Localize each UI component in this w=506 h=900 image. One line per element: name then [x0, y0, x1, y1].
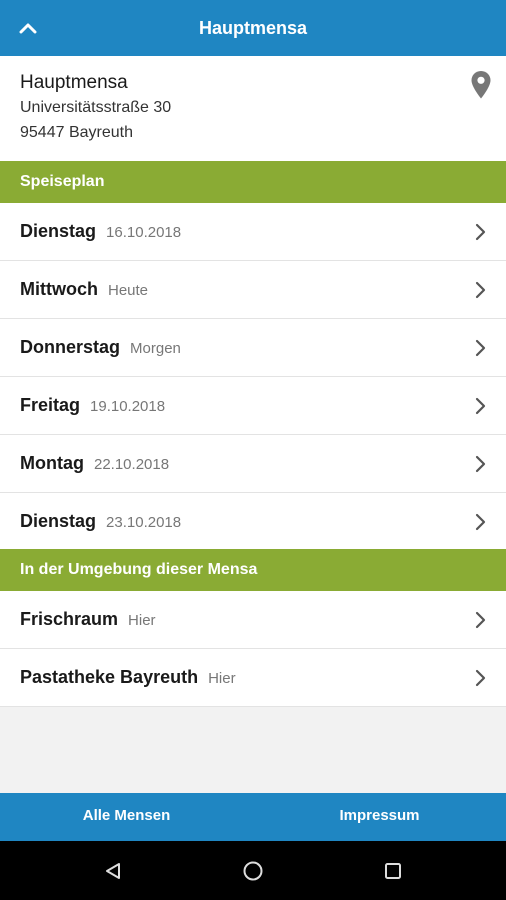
- mensa-address-street: Universitätsstraße 30: [20, 99, 172, 116]
- venue-label: Frischraum: [20, 609, 119, 629]
- section-title: Speiseplan: [20, 173, 105, 190]
- date-label: 16.10.2018: [106, 224, 182, 241]
- impressum-button[interactable]: Impressum: [253, 793, 506, 841]
- day-label: Donnerstag: [20, 337, 121, 357]
- chevron-right-icon: [475, 223, 486, 241]
- home-circle-icon: [243, 861, 263, 881]
- date-label: Heute: [108, 282, 149, 299]
- day-label: Dienstag: [20, 511, 97, 531]
- day-row[interactable]: Freitag 19.10.2018: [0, 377, 506, 435]
- bottom-action-bar: Alle Mensen Impressum: [0, 793, 506, 841]
- back-button[interactable]: [97, 855, 129, 887]
- day-label: Freitag: [20, 395, 81, 415]
- date-label: 19.10.2018: [90, 398, 166, 415]
- app-title: Hauptmensa: [198, 18, 308, 38]
- date-label: 23.10.2018: [106, 514, 182, 531]
- all-mensen-button[interactable]: Alle Mensen: [0, 793, 253, 841]
- chevron-right-icon: [475, 669, 486, 687]
- day-label: Dienstag: [20, 221, 97, 241]
- nearby-row[interactable]: Pastatheke Bayreuth Hier: [0, 649, 506, 707]
- chevron-right-icon: [475, 339, 486, 357]
- section-header-nearby: In der Umgebung dieser Mensa: [0, 549, 506, 591]
- day-row[interactable]: Montag 22.10.2018: [0, 435, 506, 493]
- location-pin-icon[interactable]: [468, 70, 494, 100]
- recents-square-icon: [385, 863, 401, 879]
- chevron-right-icon: [475, 455, 486, 473]
- venue-label: Pastatheke Bayreuth: [20, 667, 199, 687]
- day-row[interactable]: Dienstag 23.10.2018: [0, 493, 506, 551]
- distance-label: Hier: [208, 670, 236, 687]
- system-nav-bar: [0, 841, 506, 900]
- section-header-speiseplan: Speiseplan: [0, 161, 506, 203]
- day-row[interactable]: Donnerstag Morgen: [0, 319, 506, 377]
- mensa-name: Hauptmensa: [20, 72, 128, 93]
- section-title: In der Umgebung dieser Mensa: [20, 561, 258, 578]
- mensa-address-city: 95447 Bayreuth: [20, 124, 133, 141]
- date-label: Morgen: [130, 340, 181, 357]
- date-label: 22.10.2018: [93, 456, 170, 473]
- chevron-right-icon: [475, 281, 486, 299]
- day-row[interactable]: Mittwoch Heute: [0, 261, 506, 319]
- app-bar: Hauptmensa: [0, 0, 506, 56]
- day-label: Montag: [20, 453, 84, 473]
- recents-button[interactable]: [377, 855, 409, 887]
- distance-label: Hier: [128, 612, 156, 629]
- mensa-info-card: Hauptmensa Universitätsstraße 30 95447 B…: [0, 56, 506, 161]
- chevron-right-icon: [475, 513, 486, 531]
- back-triangle-icon: [106, 863, 120, 879]
- day-label: Mittwoch: [20, 279, 98, 299]
- nearby-row[interactable]: Frischraum Hier: [0, 591, 506, 649]
- home-button[interactable]: [237, 855, 269, 887]
- chevron-right-icon: [475, 611, 486, 629]
- chevron-right-icon: [475, 397, 486, 415]
- day-row[interactable]: Dienstag 16.10.2018: [0, 203, 506, 261]
